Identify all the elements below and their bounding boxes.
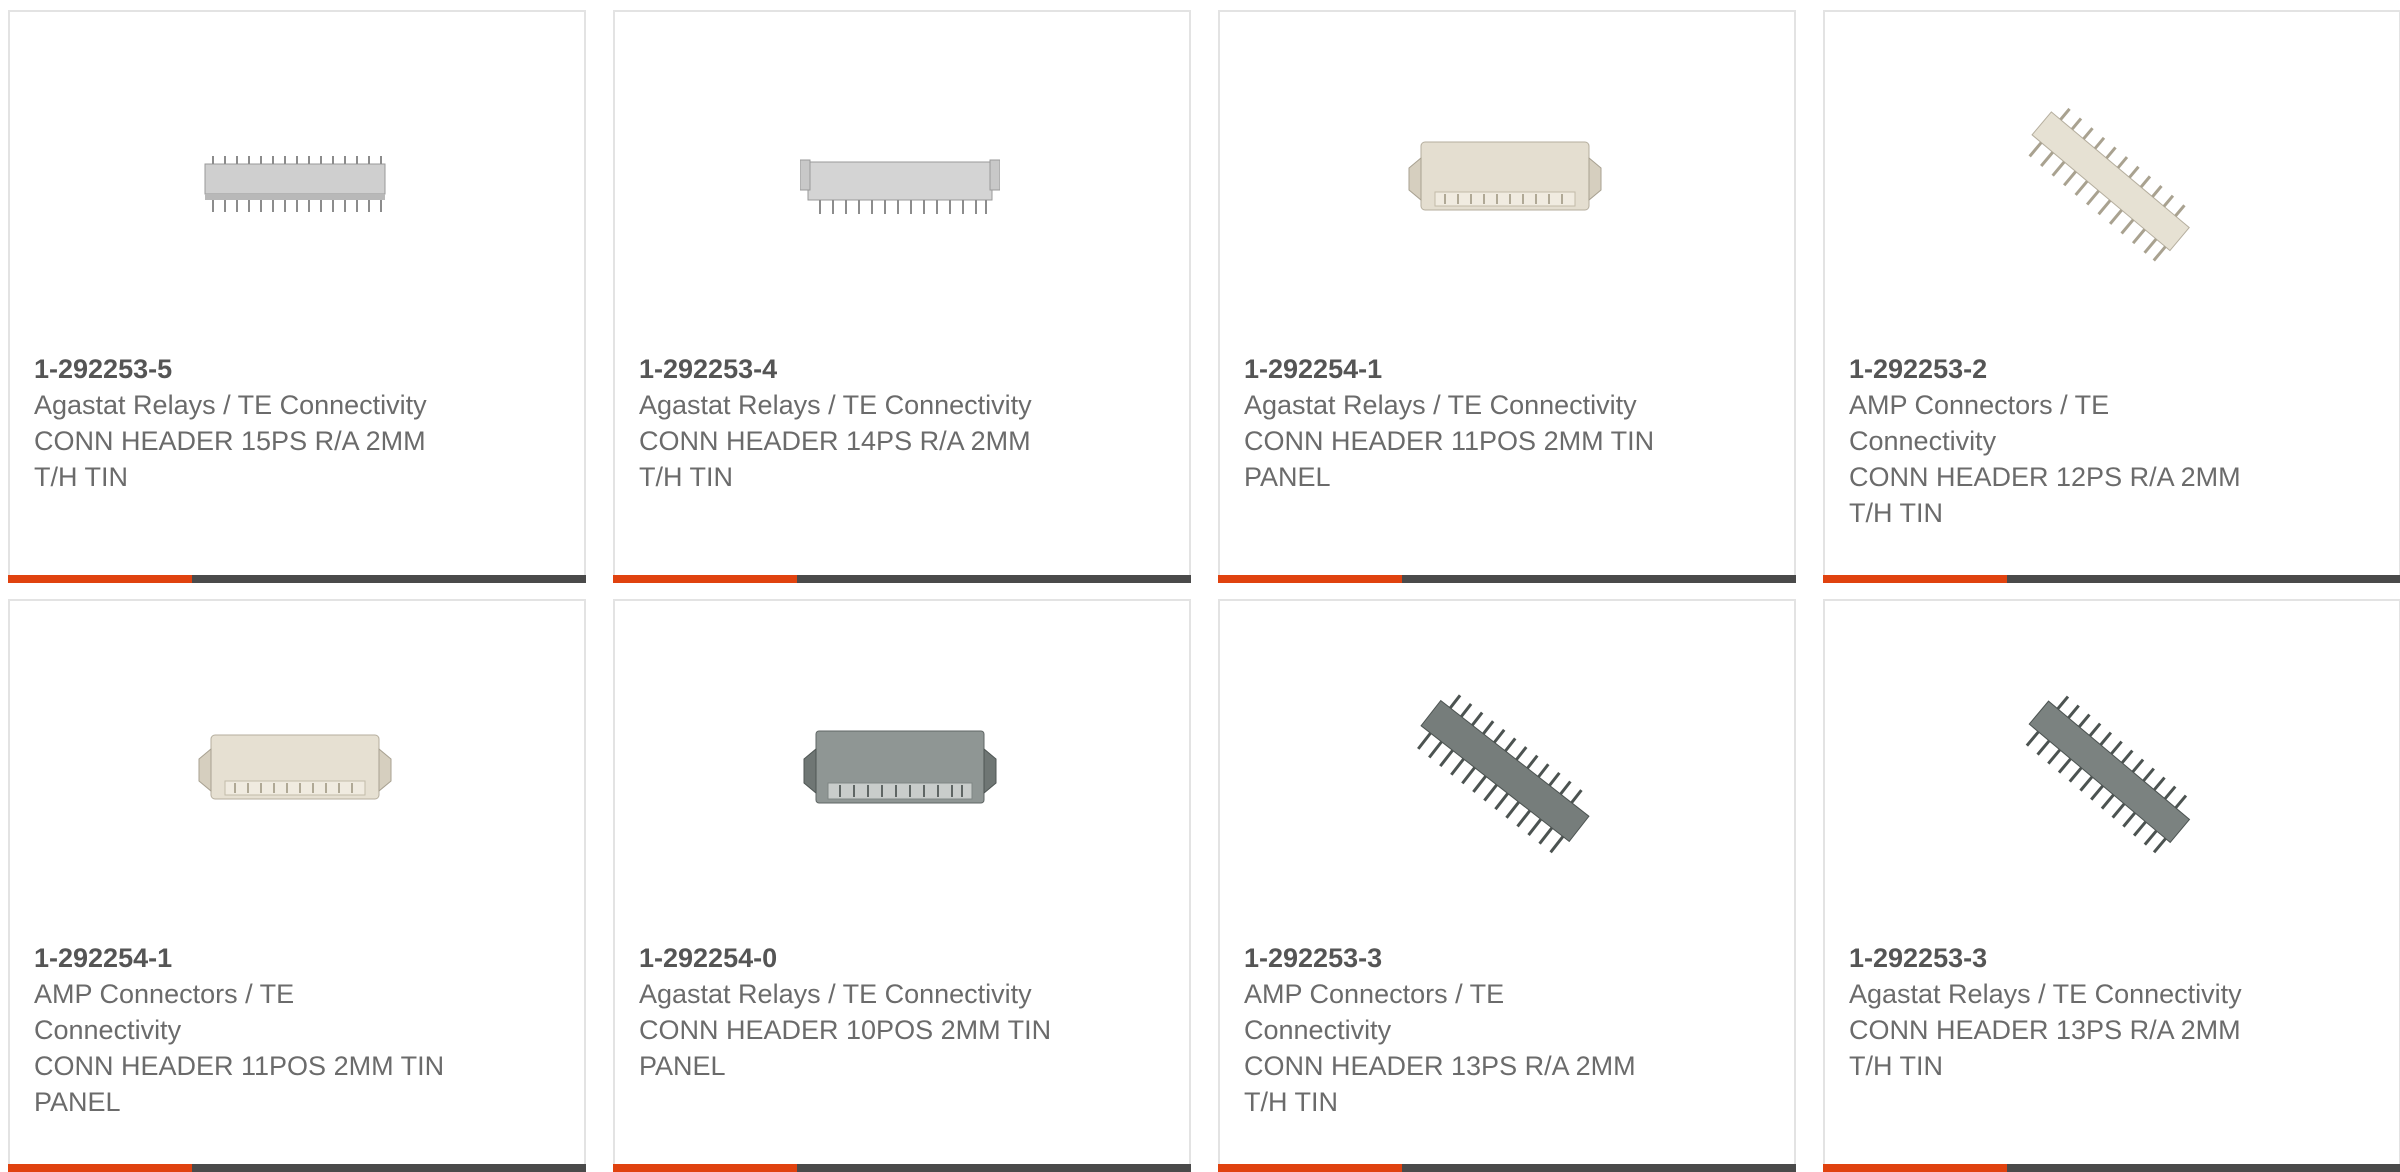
product-info: 1-292253-2 AMP Connectors / TE Connectiv…	[1849, 351, 2289, 531]
card-accent-highlight	[613, 575, 797, 583]
description-text: CONN HEADER 13PS R/A 2MM T/H TIN	[1849, 1015, 2241, 1081]
manufacturer-text: Agastat Relays / TE Connectivity	[34, 390, 427, 420]
manufacturer-text: AMP Connectors / TE Connectivity	[1244, 979, 1505, 1045]
description-text: CONN HEADER 12PS R/A 2MM T/H TIN	[1849, 462, 2241, 528]
connector-panel-image[interactable]	[1405, 82, 1605, 282]
card-accent-bar	[1823, 1164, 2400, 1172]
product-info: 1-292254-0 Agastat Relays / TE Connectiv…	[639, 940, 1079, 1084]
part-number-link[interactable]: 1-292253-2	[1849, 351, 2289, 387]
product-card[interactable]: 1-292254-1 AMP Connectors / TE Connectiv…	[8, 599, 586, 1172]
card-accent-bar	[8, 1164, 586, 1172]
manufacturer-text: Agastat Relays / TE Connectivity	[1244, 390, 1637, 420]
part-number-link[interactable]: 1-292254-0	[639, 940, 1079, 976]
manufacturer-text: Agastat Relays / TE Connectivity	[639, 979, 1032, 1009]
card-accent-highlight	[1218, 1164, 1402, 1172]
connector-header-angled-image[interactable]	[2010, 82, 2210, 282]
description-text: CONN HEADER 13PS R/A 2MM T/H TIN	[1244, 1051, 1636, 1117]
connector-header-image[interactable]	[195, 82, 395, 282]
card-accent-highlight	[613, 1164, 797, 1172]
card-accent-highlight	[1823, 1164, 2007, 1172]
card-accent-bar	[1823, 575, 2400, 583]
description-text: CONN HEADER 14PS R/A 2MM T/H TIN	[639, 426, 1031, 492]
card-accent-highlight	[1218, 575, 1402, 583]
product-card[interactable]: 1-292253-3 AMP Connectors / TE Connectiv…	[1218, 599, 1796, 1172]
part-number-link[interactable]: 1-292253-3	[1244, 940, 1684, 976]
product-info: 1-292254-1 AMP Connectors / TE Connectiv…	[34, 940, 474, 1120]
manufacturer-text: AMP Connectors / TE Connectivity	[1849, 390, 2110, 456]
connector-header-image[interactable]	[800, 82, 1000, 282]
description-text: CONN HEADER 11POS 2MM TIN PANEL	[1244, 426, 1655, 492]
manufacturer-text: AMP Connectors / TE Connectivity	[34, 979, 295, 1045]
product-info: 1-292254-1 Agastat Relays / TE Connectiv…	[1244, 351, 1684, 495]
product-card[interactable]: 1-292254-0 Agastat Relays / TE Connectiv…	[613, 599, 1191, 1172]
part-number-link[interactable]: 1-292253-4	[639, 351, 1079, 387]
part-number-link[interactable]: 1-292254-1	[1244, 351, 1684, 387]
card-accent-bar	[1218, 575, 1796, 583]
connector-header-angled-dark-image[interactable]	[2010, 671, 2210, 871]
connector-panel-image[interactable]	[195, 671, 395, 871]
card-accent-bar	[1218, 1164, 1796, 1172]
product-card[interactable]: 1-292253-2 AMP Connectors / TE Connectiv…	[1823, 10, 2400, 583]
card-accent-bar	[8, 575, 586, 583]
part-number-link[interactable]: 1-292253-5	[34, 351, 474, 387]
card-accent-highlight	[8, 1164, 192, 1172]
card-accent-bar	[613, 575, 1191, 583]
connector-header-angled-dark-image[interactable]	[1405, 671, 1605, 871]
manufacturer-text: Agastat Relays / TE Connectivity	[1849, 979, 2242, 1009]
part-number-link[interactable]: 1-292253-3	[1849, 940, 2289, 976]
card-accent-highlight	[1823, 575, 2007, 583]
product-card[interactable]: 1-292253-4 Agastat Relays / TE Connectiv…	[613, 10, 1191, 583]
product-card[interactable]: 1-292253-3 Agastat Relays / TE Connectiv…	[1823, 599, 2400, 1172]
product-info: 1-292253-3 Agastat Relays / TE Connectiv…	[1849, 940, 2289, 1084]
card-accent-highlight	[8, 575, 192, 583]
product-grid: 1-292253-5 Agastat Relays / TE Connectiv…	[8, 10, 2400, 1172]
connector-panel-dark-image[interactable]	[800, 671, 1000, 871]
description-text: CONN HEADER 10POS 2MM TIN PANEL	[639, 1015, 1052, 1081]
manufacturer-text: Agastat Relays / TE Connectivity	[639, 390, 1032, 420]
description-text: CONN HEADER 15PS R/A 2MM T/H TIN	[34, 426, 426, 492]
product-info: 1-292253-3 AMP Connectors / TE Connectiv…	[1244, 940, 1684, 1120]
card-accent-bar	[613, 1164, 1191, 1172]
product-info: 1-292253-4 Agastat Relays / TE Connectiv…	[639, 351, 1079, 495]
product-card[interactable]: 1-292253-5 Agastat Relays / TE Connectiv…	[8, 10, 586, 583]
product-info: 1-292253-5 Agastat Relays / TE Connectiv…	[34, 351, 474, 495]
description-text: CONN HEADER 11POS 2MM TIN PANEL	[34, 1051, 445, 1117]
product-card[interactable]: 1-292254-1 Agastat Relays / TE Connectiv…	[1218, 10, 1796, 583]
part-number-link[interactable]: 1-292254-1	[34, 940, 474, 976]
